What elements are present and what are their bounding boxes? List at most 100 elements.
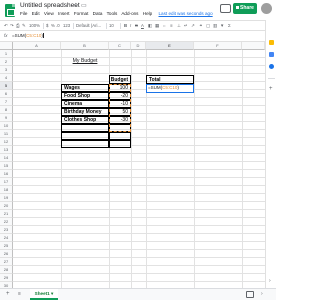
sheet-title[interactable]: My Budget bbox=[61, 58, 109, 66]
row-header-16[interactable]: 16 bbox=[0, 170, 13, 178]
row-header-21[interactable]: 21 bbox=[0, 210, 13, 218]
row-header-10[interactable]: 10 bbox=[0, 122, 13, 130]
keep-icon[interactable] bbox=[269, 40, 274, 45]
rotate-icon[interactable]: ↗ bbox=[191, 23, 195, 29]
sheet-tab-sheet1[interactable]: Sheet1 ▾ bbox=[30, 289, 58, 300]
row-header-17[interactable]: 17 bbox=[0, 178, 13, 186]
col-header-a[interactable]: A bbox=[13, 42, 61, 50]
row-header-14[interactable]: 14 bbox=[0, 154, 13, 162]
row-header-27[interactable]: 27 bbox=[0, 258, 13, 266]
last-edit-link[interactable]: Last edit was seconds ago bbox=[159, 11, 213, 16]
all-sheets-icon[interactable]: ≡ bbox=[18, 291, 21, 297]
menu-format[interactable]: Format bbox=[74, 11, 89, 16]
empty-cell[interactable] bbox=[109, 132, 131, 140]
item-label[interactable]: Birthday Money bbox=[61, 108, 109, 116]
row-header-13[interactable]: 13 bbox=[0, 146, 13, 154]
currency-button[interactable]: $ bbox=[46, 23, 48, 28]
row-header-22[interactable]: 22 bbox=[0, 218, 13, 226]
zoom-select[interactable]: 100% bbox=[29, 23, 40, 28]
budget-header[interactable]: Budget bbox=[109, 75, 131, 84]
empty-cell[interactable] bbox=[61, 132, 109, 140]
decimal-button[interactable]: .0 bbox=[56, 23, 60, 28]
italic-button[interactable]: I bbox=[130, 23, 131, 28]
empty-cell[interactable] bbox=[61, 124, 109, 132]
row-header-20[interactable]: 20 bbox=[0, 202, 13, 210]
menu-insert[interactable]: Insert bbox=[58, 11, 70, 16]
col-header-e[interactable]: E bbox=[146, 42, 194, 50]
expand-arrow-icon[interactable]: › bbox=[269, 278, 271, 284]
menu-addons[interactable]: Add-ons bbox=[121, 11, 138, 16]
add-sheet-icon[interactable]: + bbox=[6, 291, 10, 297]
text-color-button[interactable]: A bbox=[141, 23, 144, 28]
col-header-c[interactable]: C bbox=[109, 42, 131, 50]
total-cell-edit[interactable]: =SUM(C5:C10) bbox=[148, 85, 179, 90]
fill-color-icon[interactable]: ◧ bbox=[148, 23, 152, 29]
filter-icon[interactable]: ▼ bbox=[220, 23, 224, 28]
row-header-12[interactable]: 12 bbox=[0, 138, 13, 146]
spreadsheet-grid[interactable]: A B C D E F 1 2 3 4 5 6 7 8 9 10 11 12 13 14 15 16 17 18 1… bbox=[0, 42, 265, 288]
percent-button[interactable]: % bbox=[51, 23, 55, 28]
row-header-2[interactable]: 2 bbox=[0, 58, 13, 66]
comment-icon[interactable] bbox=[220, 4, 231, 13]
menu-data[interactable]: Data bbox=[93, 11, 103, 16]
avatar[interactable] bbox=[261, 3, 272, 14]
item-label[interactable]: Food Shop bbox=[61, 92, 109, 100]
col-header-b[interactable]: B bbox=[61, 42, 109, 50]
empty-cell[interactable] bbox=[109, 140, 131, 148]
menu-help[interactable]: Help bbox=[143, 11, 152, 16]
col-header-d[interactable]: D bbox=[131, 42, 146, 50]
row-header-23[interactable]: 23 bbox=[0, 226, 13, 234]
row-header-9[interactable]: 9 bbox=[0, 114, 13, 122]
calendar-icon[interactable] bbox=[269, 52, 274, 57]
menu-view[interactable]: View bbox=[44, 11, 54, 16]
item-label[interactable]: Wages bbox=[61, 84, 109, 92]
bold-button[interactable]: B bbox=[124, 23, 127, 28]
item-label[interactable]: Clothes Shop bbox=[61, 116, 109, 124]
comment-add-icon[interactable]: ▢ bbox=[206, 23, 210, 29]
menu-edit[interactable]: Edit bbox=[32, 11, 40, 16]
tasks-icon[interactable] bbox=[269, 64, 274, 69]
row-header-24[interactable]: 24 bbox=[0, 234, 13, 242]
item-label[interactable]: Cinema bbox=[61, 100, 109, 108]
row-header-6[interactable]: 6 bbox=[0, 90, 13, 98]
sheet-bar-arrow-icon[interactable]: › bbox=[261, 291, 263, 297]
row-header-7[interactable]: 7 bbox=[0, 98, 13, 106]
sheets-logo[interactable] bbox=[5, 4, 15, 17]
functions-icon[interactable]: Σ bbox=[228, 23, 231, 28]
row-header-3[interactable]: 3 bbox=[0, 66, 13, 74]
row-header-18[interactable]: 18 bbox=[0, 186, 13, 194]
document-title[interactable]: Untitled spreadsheet bbox=[20, 2, 80, 9]
row-header-15[interactable]: 15 bbox=[0, 162, 13, 170]
select-all-corner[interactable] bbox=[0, 42, 13, 50]
col-header-g[interactable] bbox=[242, 42, 265, 50]
link-icon[interactable]: ⚭ bbox=[199, 23, 203, 29]
strikethrough-button[interactable]: S bbox=[135, 23, 138, 28]
col-header-f[interactable]: F bbox=[194, 42, 242, 50]
row-header-11[interactable]: 11 bbox=[0, 130, 13, 138]
row-header-29[interactable]: 29 bbox=[0, 274, 13, 282]
add-on-plus-icon[interactable]: + bbox=[269, 86, 273, 92]
redo-icon[interactable]: ↷ bbox=[10, 23, 14, 29]
row-header-26[interactable]: 26 bbox=[0, 250, 13, 258]
row-header-8[interactable]: 8 bbox=[0, 106, 13, 114]
folder-icon[interactable]: ▭ bbox=[81, 2, 87, 9]
share-button[interactable]: Share bbox=[233, 3, 257, 14]
row-header-19[interactable]: 19 bbox=[0, 194, 13, 202]
borders-icon[interactable]: ▦ bbox=[155, 23, 159, 29]
align-icon[interactable]: ≡ bbox=[170, 23, 173, 28]
menu-tools[interactable]: Tools bbox=[107, 11, 118, 16]
star-icon[interactable]: ☆ bbox=[73, 2, 78, 9]
undo-icon[interactable]: ↶ bbox=[4, 23, 8, 29]
total-label[interactable]: Total bbox=[146, 75, 194, 84]
font-select[interactable]: Default (Ari... bbox=[76, 23, 101, 28]
print-icon[interactable]: ⎙ bbox=[16, 23, 19, 28]
empty-cell[interactable] bbox=[61, 140, 109, 148]
row-header-25[interactable]: 25 bbox=[0, 242, 13, 250]
formula-input[interactable]: =SUM(C5:C10) bbox=[12, 33, 44, 39]
chart-icon[interactable]: ▥ bbox=[213, 23, 217, 29]
valign-icon[interactable]: ⊥ bbox=[177, 23, 181, 29]
row-header-1[interactable]: 1 bbox=[0, 50, 13, 58]
explore-icon[interactable] bbox=[246, 291, 254, 298]
more-formats-button[interactable]: 123 bbox=[63, 23, 70, 28]
merge-icon[interactable]: ⇔ bbox=[162, 23, 166, 28]
